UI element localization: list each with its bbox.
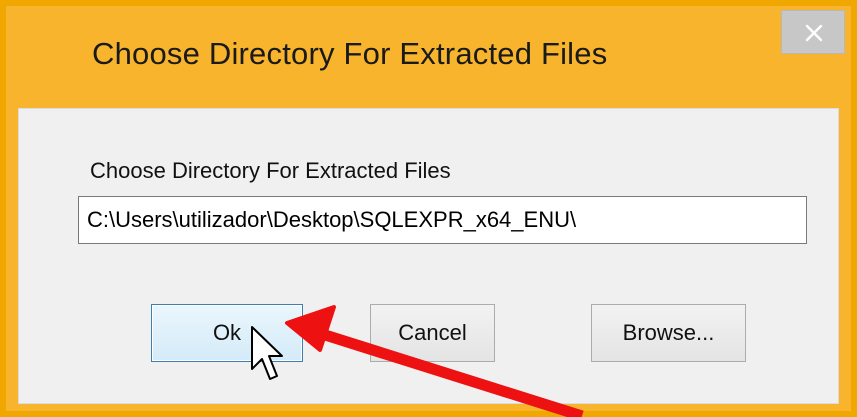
mouse-pointer-icon — [251, 326, 283, 380]
dialog-body: Choose Directory For Extracted Files Ok … — [18, 108, 839, 404]
title-bar[interactable]: Choose Directory For Extracted Files — [6, 6, 851, 108]
cancel-button[interactable]: Cancel — [370, 304, 495, 362]
directory-path-input[interactable] — [78, 196, 807, 244]
browse-button[interactable]: Browse... — [591, 304, 746, 362]
close-button[interactable] — [781, 10, 845, 54]
window-title: Choose Directory For Extracted Files — [92, 36, 608, 71]
directory-label: Choose Directory For Extracted Files — [90, 158, 451, 183]
close-icon — [805, 24, 823, 42]
